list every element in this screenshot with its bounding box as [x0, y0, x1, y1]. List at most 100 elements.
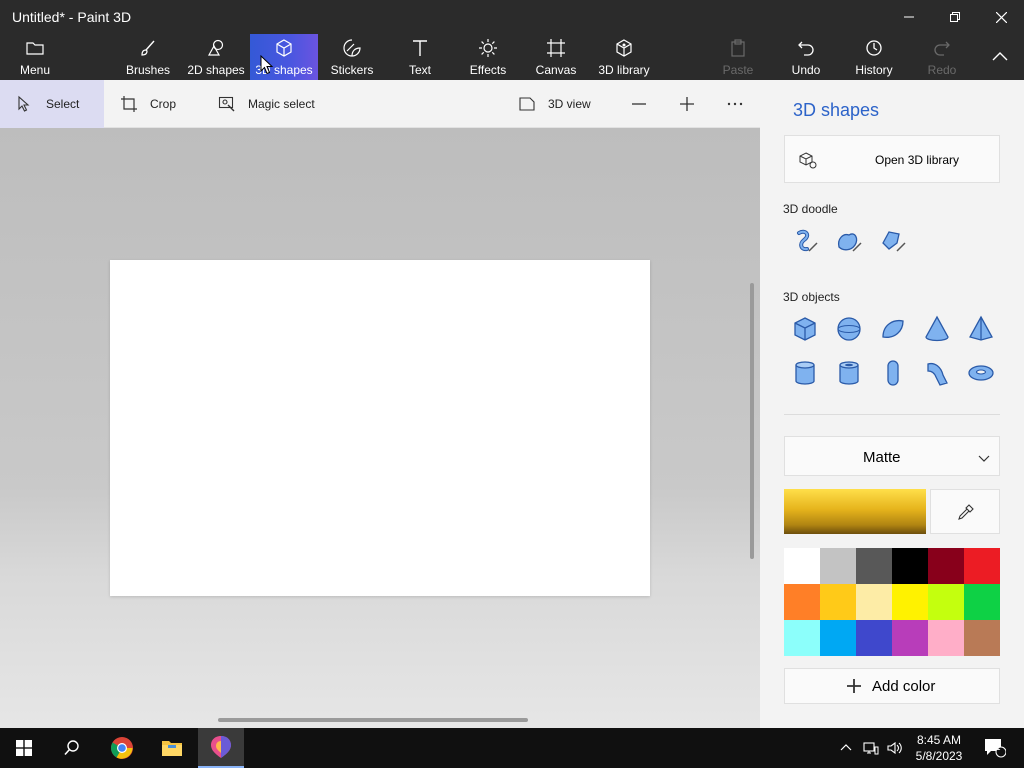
capsule-icon: [887, 360, 899, 386]
title-bar: Untitled* - Paint 3D: [0, 0, 1024, 34]
volume-button[interactable]: [884, 728, 906, 768]
color-swatch[interactable]: [928, 548, 964, 584]
color-swatch[interactable]: [856, 584, 892, 620]
color-swatch[interactable]: [820, 548, 856, 584]
minimize-button[interactable]: [886, 0, 932, 34]
vertical-scrollbar[interactable]: [750, 283, 754, 559]
tube-doodle-button[interactable]: [878, 226, 908, 256]
color-swatch[interactable]: [784, 548, 820, 584]
start-button[interactable]: [0, 728, 48, 768]
undo-button[interactable]: Undo: [788, 34, 824, 80]
network-status-button[interactable]: [860, 728, 882, 768]
canvas-tab[interactable]: Canvas: [534, 34, 578, 80]
history-icon: [866, 40, 882, 56]
show-hidden-icons-button[interactable]: [836, 728, 856, 768]
color-swatch[interactable]: [964, 584, 1000, 620]
taskbar-chrome-app[interactable]: [98, 728, 146, 768]
chevron-down-icon: [978, 455, 990, 462]
current-color-swatch[interactable]: [784, 489, 926, 534]
3d-view-toggle[interactable]: 3D view: [518, 80, 608, 128]
open-3d-library-label: Open 3D library: [875, 153, 960, 167]
color-swatch[interactable]: [892, 620, 928, 656]
more-options-button[interactable]: [726, 80, 746, 128]
redo-label: Redo: [927, 63, 957, 77]
eyedropper-icon: [958, 504, 974, 520]
windows-taskbar: 8:45 AM 5/8/2023 1: [0, 728, 1024, 768]
crop-tool-button[interactable]: Crop: [120, 80, 200, 128]
restore-button[interactable]: [932, 0, 978, 34]
color-swatch[interactable]: [820, 620, 856, 656]
workspace[interactable]: [0, 128, 760, 728]
donut-icon: [968, 365, 994, 381]
soft-edge-doodle-button[interactable]: [834, 226, 864, 256]
select-tool-button[interactable]: Select: [0, 80, 104, 128]
network-icon: [863, 742, 879, 755]
3d-library-icon: [616, 39, 632, 57]
taskbar-paint3d-app[interactable]: [198, 728, 244, 768]
horizontal-scrollbar[interactable]: [218, 718, 528, 722]
color-swatch[interactable]: [928, 584, 964, 620]
tube-shape-button[interactable]: [834, 358, 864, 388]
redo-button[interactable]: Redo: [924, 34, 960, 80]
collapse-ribbon-button[interactable]: [984, 34, 1016, 80]
magic-select-button[interactable]: Magic select: [218, 80, 338, 128]
color-swatch[interactable]: [784, 584, 820, 620]
eyedropper-button[interactable]: [930, 489, 1000, 534]
zoom-in-button[interactable]: [678, 80, 698, 128]
3d-view-label: 3D view: [548, 97, 591, 111]
brushes-tab[interactable]: Brushes: [122, 34, 174, 80]
ellipsis-icon: [727, 102, 743, 106]
menu-button[interactable]: Menu: [10, 34, 60, 80]
soft-doodle-icon: [837, 233, 862, 252]
zoom-out-button[interactable]: [630, 80, 650, 128]
sphere-shape-button[interactable]: [834, 314, 864, 344]
brush-icon: [141, 40, 155, 56]
minimize-icon: [904, 16, 914, 18]
sharp-edge-doodle-button[interactable]: [790, 226, 820, 256]
clock-date: 5/8/2023: [915, 749, 963, 763]
taskbar-clock[interactable]: 8:45 AM 5/8/2023: [905, 732, 973, 764]
donut-shape-button[interactable]: [966, 358, 996, 388]
cylinder-icon: [795, 361, 815, 385]
material-dropdown[interactable]: Matte: [784, 436, 1000, 476]
3d-library-tab[interactable]: 3D library: [594, 34, 654, 80]
color-swatch[interactable]: [964, 548, 1000, 584]
window-title: Untitled* - Paint 3D: [12, 9, 132, 25]
effects-tab[interactable]: Effects: [468, 34, 508, 80]
folder-icon: [26, 42, 44, 55]
hemisphere-shape-button[interactable]: [878, 314, 908, 344]
cube-shape-button[interactable]: [790, 314, 820, 344]
color-swatch[interactable]: [892, 584, 928, 620]
color-swatch[interactable]: [856, 548, 892, 584]
paste-button[interactable]: Paste: [720, 34, 756, 80]
panel-title: 3D shapes: [793, 100, 880, 120]
2d-shapes-tab[interactable]: 2D shapes: [184, 34, 248, 80]
color-swatch[interactable]: [928, 620, 964, 656]
bent-tube-shape-button[interactable]: [922, 358, 952, 388]
pyramid-shape-button[interactable]: [966, 314, 996, 344]
color-swatch[interactable]: [892, 548, 928, 584]
color-swatch[interactable]: [820, 584, 856, 620]
capsule-shape-button[interactable]: [878, 358, 908, 388]
canvas-icon: [547, 39, 565, 57]
cylinder-shape-button[interactable]: [790, 358, 820, 388]
close-button[interactable]: [978, 0, 1024, 34]
tube-doodle-icon: [882, 231, 906, 252]
add-color-button[interactable]: Add color: [784, 668, 1000, 704]
menu-label: Menu: [19, 63, 51, 77]
color-swatch[interactable]: [784, 620, 820, 656]
text-tab[interactable]: Text: [404, 34, 436, 80]
taskbar-file-explorer-app[interactable]: [148, 728, 196, 768]
history-button[interactable]: History: [852, 34, 896, 80]
color-swatch[interactable]: [856, 620, 892, 656]
cone-shape-button[interactable]: [922, 314, 952, 344]
stickers-tab[interactable]: Stickers: [328, 34, 376, 80]
open-3d-library-button[interactable]: Open 3D library: [784, 135, 1000, 183]
3d-library-icon: [799, 152, 817, 169]
color-swatch[interactable]: [964, 620, 1000, 656]
drawing-canvas[interactable]: [110, 260, 650, 596]
bent-tube-icon: [927, 362, 948, 386]
action-center-button[interactable]: 1: [980, 728, 1010, 768]
canvas-label: Canvas: [535, 63, 577, 77]
taskbar-search-button[interactable]: [48, 728, 96, 768]
